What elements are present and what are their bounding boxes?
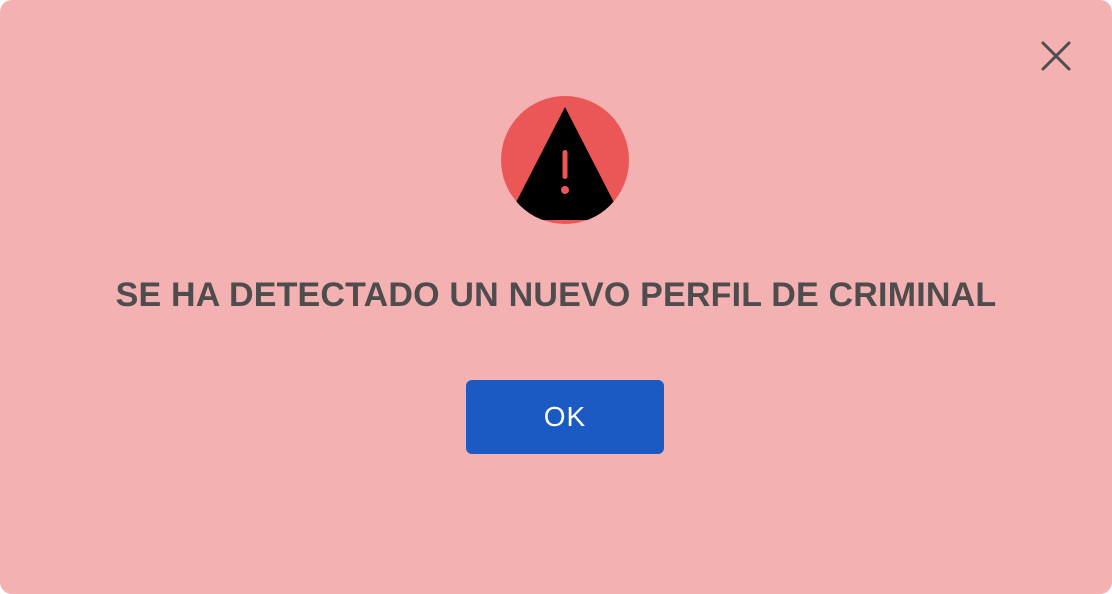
- ok-button-label: OK: [543, 401, 587, 432]
- ok-button[interactable]: OK: [466, 380, 664, 454]
- warning-triangle-icon: [501, 96, 629, 224]
- close-button[interactable]: [1034, 34, 1078, 78]
- alert-dialog: SE HA DETECTADO UN NUEVO PERFIL DE CRIMI…: [0, 0, 1112, 594]
- close-icon[interactable]: [1040, 40, 1072, 72]
- alert-message: SE HA DETECTADO UN NUEVO PERFIL DE CRIMI…: [115, 276, 997, 314]
